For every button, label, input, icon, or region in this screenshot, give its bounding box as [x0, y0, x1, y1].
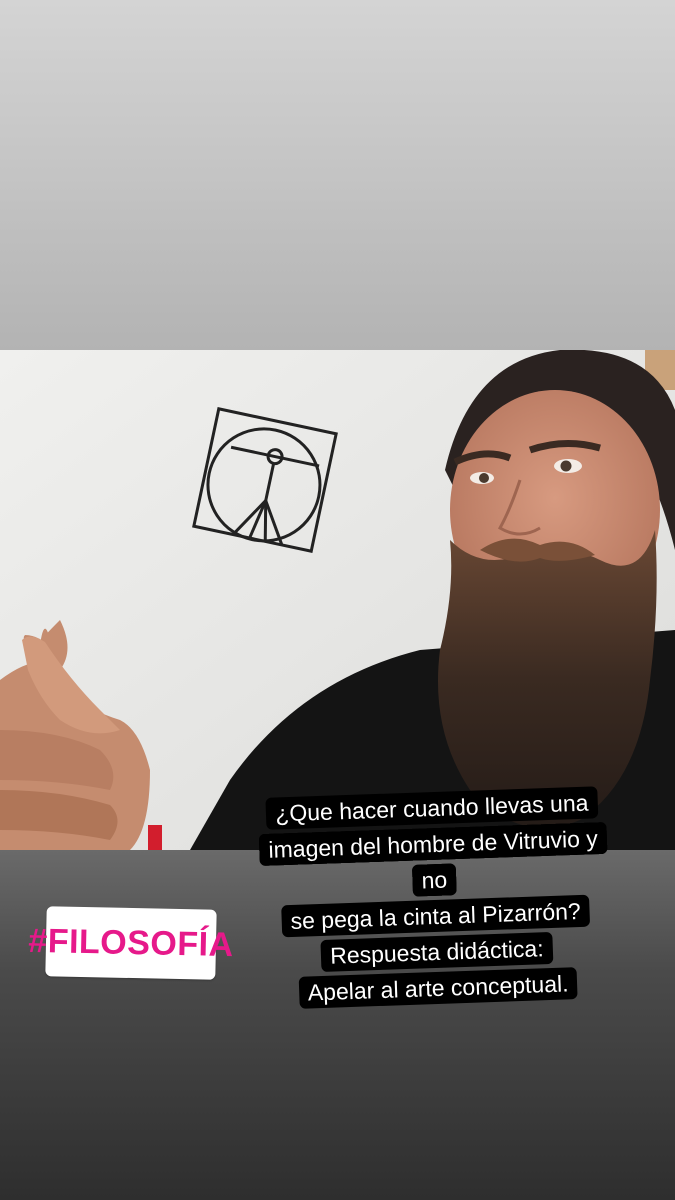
- caption-line: imagen del hombre de Vitruvio y no: [248, 820, 620, 905]
- top-gradient-background: [0, 0, 675, 350]
- photo-illustration: [0, 350, 675, 850]
- story-photo: [0, 350, 675, 850]
- hashtag-text: #FILOSOFÍA: [28, 921, 235, 964]
- caption-text-block: ¿Que hacer cuando llevas una imagen del …: [246, 784, 623, 1013]
- hashtag-sticker[interactable]: #FILOSOFÍA: [28, 906, 234, 980]
